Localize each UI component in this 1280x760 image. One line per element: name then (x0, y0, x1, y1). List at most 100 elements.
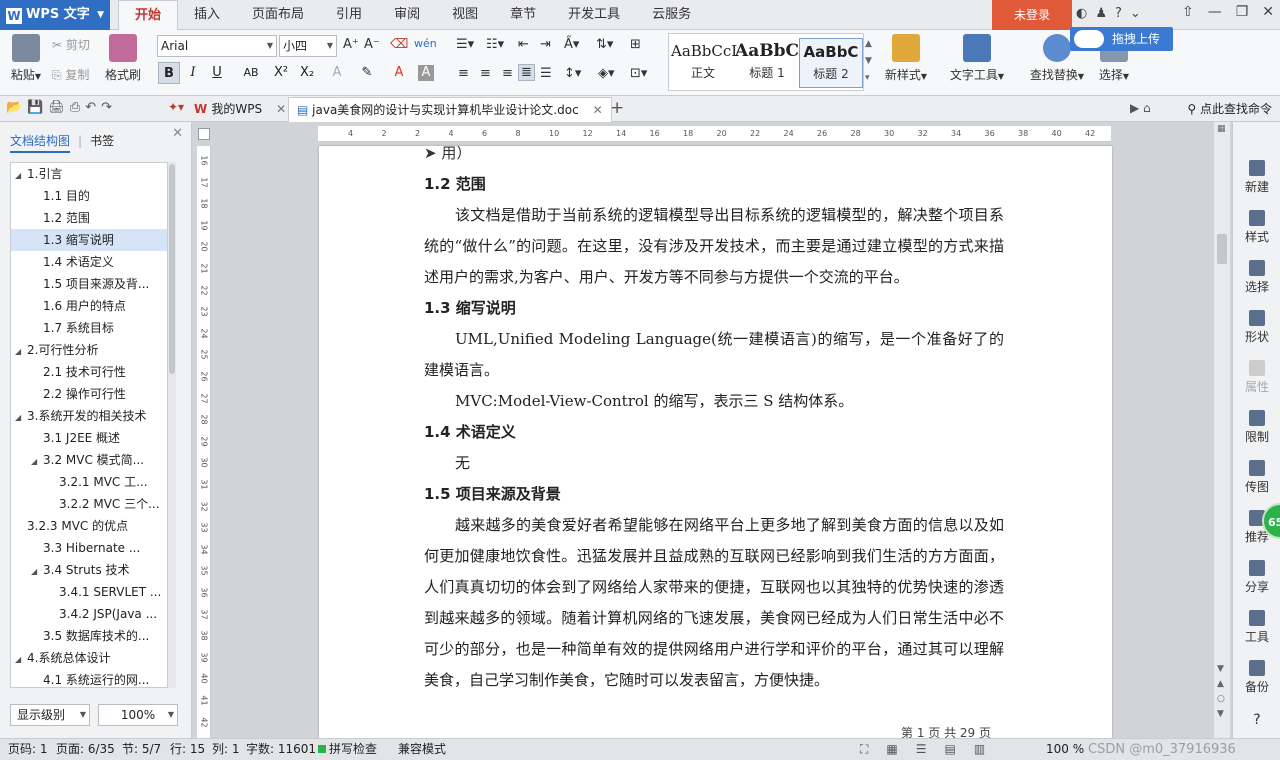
nav-item[interactable]: 1.3 缩写说明 (11, 229, 167, 251)
style-normal[interactable]: AaBbCcI 正文 (671, 38, 737, 81)
tab-document-map[interactable]: 文档结构图 (10, 134, 71, 153)
document-page[interactable]: ➤ 用） 1.2 范围 该文档是借助于当前系统的逻辑模型导出目标系统的逻辑模型的，… (319, 146, 1112, 738)
strikethrough-button[interactable]: AB (240, 62, 262, 84)
highlight-button[interactable]: ✎ (356, 62, 378, 84)
nav-item[interactable]: 4.1 系统运行的网... (11, 669, 167, 687)
text-effect-button[interactable]: A (326, 62, 348, 84)
style-scroll[interactable]: ▲ ▼ ▾ (865, 36, 872, 87)
format-painter-button[interactable]: 格式刷 (100, 34, 146, 83)
tab-0[interactable]: 开始 (118, 0, 179, 31)
paste-button[interactable]: 粘贴▼ (4, 34, 48, 83)
restore-ribbon-icon[interactable]: ⇧ (1182, 4, 1194, 20)
status-page[interactable]: 页面: 6/35 (56, 739, 115, 760)
nav-item[interactable]: 3.3 Hibernate ... (11, 537, 167, 559)
phonetic-button[interactable]: wén (414, 37, 437, 50)
wps-app-menu-button[interactable]: W WPS 文字 ▼ (0, 0, 110, 30)
align-left-button[interactable]: ≡ (458, 66, 469, 81)
expand-arrow-icon[interactable]: ◢ (15, 341, 27, 361)
minimize-icon[interactable]: — (1208, 4, 1222, 20)
horizontal-ruler[interactable]: 4 2 2 4 6 8 10 12 14 16 18 20 22 24 26 28 30 32 34 36 38 40 42 (318, 126, 1111, 142)
italic-button[interactable]: I (182, 62, 204, 84)
distribute-button[interactable]: ☰ (540, 66, 552, 81)
scroll-thumb[interactable] (1217, 234, 1227, 264)
tab-8[interactable]: 云服务 (636, 0, 707, 30)
align-center-button[interactable]: ≡ (480, 66, 491, 81)
nav-item[interactable]: 1.1 目的 (11, 185, 167, 207)
right-tool-4[interactable]: 属性 (1233, 360, 1280, 395)
nav-item[interactable]: ◢ 3.2 MVC 模式简... (11, 449, 167, 471)
close-icon[interactable]: ✕ (1262, 4, 1274, 20)
nav-item[interactable]: 1.6 用户的特点 (11, 295, 167, 317)
vertical-ruler[interactable]: 16 17 18 19 20 21 22 23 24 25 26 27 28 29 30 31 32 33 34 35… (197, 146, 211, 749)
shirt-icon[interactable]: ♟ (1095, 6, 1107, 21)
nav-item[interactable]: 1.2 范围 (11, 207, 167, 229)
right-tool-2[interactable]: 选择 (1233, 260, 1280, 295)
numbered-list-button[interactable]: ☷▾ (486, 37, 504, 52)
tab-3[interactable]: 引用 (320, 0, 378, 30)
tab-4[interactable]: 审阅 (378, 0, 436, 30)
border-button[interactable]: ⊡▾ (630, 66, 647, 81)
nav-item[interactable]: ◢ 2.可行性分析 (11, 339, 167, 361)
text-tool-button[interactable]: 文字工具▼ (946, 34, 1008, 83)
scroll-thumb[interactable] (169, 164, 175, 374)
right-tool-1[interactable]: 样式 (1233, 210, 1280, 245)
right-tool-9[interactable]: 工具 (1233, 610, 1280, 645)
chinese-layout-button[interactable]: A̋▾ (564, 37, 579, 52)
new-style-button[interactable]: 新样式▼ (878, 34, 934, 83)
close-icon[interactable]: ✕ (276, 102, 286, 116)
nav-item[interactable]: 1.4 术语定义 (11, 251, 167, 273)
bold-button[interactable]: B (158, 62, 180, 84)
spell-check-toggle[interactable]: 拼写检查 (318, 739, 377, 760)
decrease-indent-button[interactable]: ⇤ (518, 37, 529, 52)
tab-7[interactable]: 开发工具 (552, 0, 636, 30)
help-icon[interactable]: ? (1233, 712, 1280, 728)
line-spacing-button[interactable]: ↕▾ (564, 66, 581, 81)
table-grid-button[interactable]: ⊞ (630, 37, 641, 52)
shading-button[interactable]: ◈▾ (598, 66, 615, 81)
right-tool-0[interactable]: 新建 (1233, 160, 1280, 195)
scroll-nav-buttons[interactable]: ▼ ▲ ○ ▼ (1217, 662, 1225, 722)
underline-button[interactable]: U (206, 62, 228, 84)
document-body[interactable]: ➤ 用） 1.2 范围 该文档是借助于当前系统的逻辑模型导出目标系统的逻辑模型的，… (424, 146, 1004, 696)
nav-item[interactable]: ◢ 4.系统总体设计 (11, 647, 167, 669)
nav-zoom-select[interactable]: 100% ▼ (98, 704, 178, 726)
nav-item[interactable]: 3.2.1 MVC 工... (11, 471, 167, 493)
nav-item[interactable]: 3.2.3 MVC 的优点 (11, 515, 167, 537)
view-mode-icons[interactable]: ⛶▦☰▤▥ (860, 739, 1003, 760)
style-heading-2[interactable]: AaBbC 标题 2 (799, 38, 863, 88)
tab-5[interactable]: 视图 (436, 0, 494, 30)
clear-format-button[interactable]: ⌫ (390, 37, 408, 52)
close-icon[interactable]: ✕ (593, 103, 603, 117)
nav-item[interactable]: 3.4.1 SERVLET ... (11, 581, 167, 603)
char-shading-button[interactable]: A (418, 65, 434, 81)
login-button[interactable]: 未登录 (992, 0, 1072, 30)
nav-item[interactable]: 1.5 项目来源及背... (11, 273, 167, 295)
justify-button[interactable]: ≣ (518, 64, 535, 81)
expand-arrow-icon[interactable]: ◢ (15, 165, 27, 185)
skin-icon[interactable]: ◐ (1076, 6, 1087, 21)
close-icon[interactable]: ✕ (172, 126, 183, 141)
bullet-list-button[interactable]: ☰▾ (456, 37, 474, 52)
nav-item[interactable]: ◢ 3.4 Struts 技术 (11, 559, 167, 581)
right-tool-8[interactable]: 分享 (1233, 560, 1280, 595)
expand-arrow-icon[interactable]: ◢ (31, 561, 43, 581)
font-color-button[interactable]: A (388, 62, 410, 84)
right-tool-6[interactable]: 传图 (1233, 460, 1280, 495)
expand-arrow-icon[interactable]: ◢ (15, 649, 27, 669)
status-words[interactable]: 字数: 11601 (246, 739, 316, 760)
style-heading-1[interactable]: AaBbC 标题 1 (735, 38, 799, 81)
nav-item[interactable]: 2.1 技术可行性 (11, 361, 167, 383)
font-size-select[interactable]: 小四 ▼ (279, 35, 337, 57)
nav-item[interactable]: 3.1 J2EE 概述 (11, 427, 167, 449)
find-command-box[interactable]: ⚲ 点此查找命令 (1187, 96, 1272, 122)
new-tab-button[interactable]: + (610, 98, 624, 118)
right-tool-3[interactable]: 形状 (1233, 310, 1280, 345)
tab-my-wps[interactable]: W 我的WPS ✕ (186, 97, 294, 122)
increase-indent-button[interactable]: ⇥ (540, 37, 551, 52)
help-icon[interactable]: ? (1115, 6, 1122, 21)
maximize-icon[interactable]: ❐ (1236, 4, 1249, 20)
align-right-button[interactable]: ≡ (502, 66, 513, 81)
subscript-button[interactable]: X₂ (296, 62, 318, 84)
drag-upload-button[interactable]: 拖拽上传 (1070, 27, 1173, 51)
display-level-select[interactable]: 显示级别 ▼ (10, 704, 90, 726)
